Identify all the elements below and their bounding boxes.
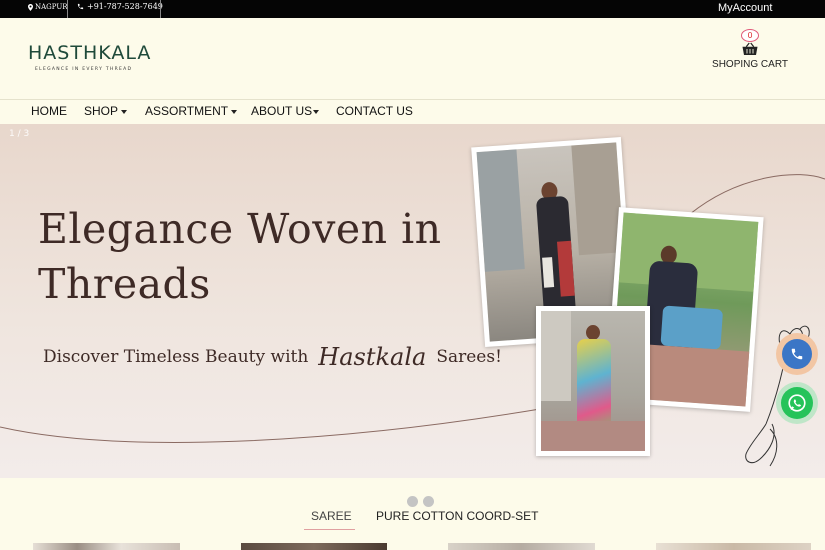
banner-headline-line1: Elegance Woven in [38, 205, 442, 253]
call-button-inner [782, 339, 812, 369]
subheadline-text: Discover Timeless Beauty with [43, 347, 309, 367]
nav-assortment-label: ASSORTMENT [145, 104, 229, 118]
shopping-basket-icon [742, 42, 758, 55]
nav-contact-label: CONTACT US [336, 104, 413, 118]
map-pin-icon [28, 3, 33, 11]
call-button[interactable] [776, 333, 818, 375]
whatsapp-button[interactable] [776, 382, 818, 424]
location-info: NAGPUR [28, 3, 68, 11]
nav-about-us[interactable]: ABOUT US [251, 104, 320, 118]
location-text: NAGPUR [35, 3, 68, 11]
caret-down-icon [121, 109, 128, 114]
product-thumb[interactable] [33, 543, 180, 550]
product-thumb[interactable] [448, 543, 595, 550]
caret-down-icon [231, 109, 238, 114]
caret-down-icon [313, 109, 320, 114]
nav-shop[interactable]: SHOP [84, 104, 128, 118]
logo-text: HASTHKALA [28, 42, 152, 64]
banner-headline-line2: Threads [38, 260, 211, 308]
subheadline-text-end: Sarees! [436, 347, 502, 367]
carousel-dots [407, 496, 434, 507]
nav-home[interactable]: HOME [31, 104, 67, 118]
shopping-cart[interactable]: 0 SHOPING CART [710, 23, 790, 70]
site-header: HASTHKALA ELEGANCE IN EVERY THREAD 0 SHO… [0, 18, 825, 99]
cart-count-badge: 0 [741, 29, 759, 42]
hero-banner[interactable]: 1 / 3 Elegance Woven in Threads Discover… [0, 124, 825, 478]
top-bar: NAGPUR +91-787-528-7649 MyAccount [0, 0, 825, 18]
topbar-divider [160, 0, 161, 18]
carousel-dot[interactable] [407, 496, 418, 507]
phone-icon [77, 3, 84, 10]
active-tab-underline [304, 529, 355, 530]
subheadline-brand: Hastkala [318, 343, 427, 371]
banner-headline: Elegance Woven in Threads [38, 202, 458, 312]
nav-assortment[interactable]: ASSORTMENT [145, 104, 238, 118]
nav-about-label: ABOUT US [251, 104, 313, 118]
nav-home-label: HOME [31, 104, 67, 118]
whatsapp-icon [788, 394, 806, 412]
slide-counter: 1 / 3 [9, 129, 30, 139]
nav-shop-label: SHOP [84, 104, 119, 118]
tab-saree[interactable]: SAREE [311, 509, 352, 523]
tab-pure-cotton-coord-set[interactable]: PURE COTTON COORD-SET [376, 509, 538, 523]
nav-contact-us[interactable]: CONTACT US [336, 104, 413, 118]
logo-tagline: ELEGANCE IN EVERY THREAD [35, 67, 133, 72]
main-nav: HOME SHOP ASSORTMENT ABOUT US CONTACT US [0, 99, 825, 124]
brand-logo[interactable]: HASTHKALA ELEGANCE IN EVERY THREAD [28, 42, 151, 72]
product-thumbnails [0, 543, 825, 550]
carousel-dot[interactable] [423, 496, 434, 507]
product-thumb[interactable] [241, 543, 387, 550]
phone-text: +91-787-528-7649 [87, 2, 163, 11]
topbar-divider [67, 0, 68, 18]
cart-label: SHOPING CART [712, 59, 788, 70]
my-account-link[interactable]: MyAccount [718, 2, 772, 14]
product-thumb[interactable] [656, 543, 811, 550]
banner-subheadline: Discover Timeless Beauty with Hastkala S… [43, 343, 502, 371]
whatsapp-button-inner [781, 387, 813, 419]
saree-photo-3 [536, 306, 650, 456]
phone-link[interactable]: +91-787-528-7649 [77, 2, 163, 11]
phone-icon [791, 348, 803, 360]
